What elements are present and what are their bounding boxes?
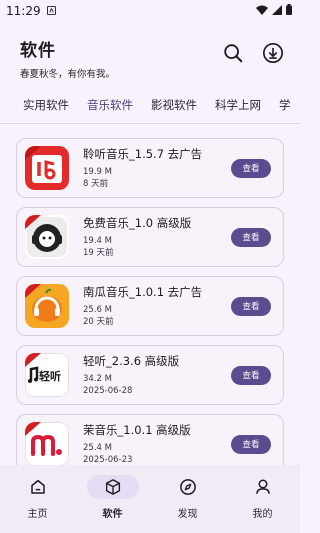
battery-icon — [286, 4, 292, 18]
page-subtitle: 春夏秋冬，有你有我。 — [20, 69, 116, 80]
qingting-logo-text: 轻听 — [39, 369, 61, 383]
app-info: 轻听_2.3.6 高级版 34.2 M 2025-06-28 — [83, 353, 231, 397]
status-right — [256, 4, 292, 18]
nav-label: 主页 — [27, 509, 48, 520]
lingting-music-icon — [25, 146, 69, 190]
qingting-icon: 轻听 — [25, 353, 69, 397]
status-time: 11:29 — [6, 4, 41, 18]
view-button[interactable]: 查看 — [231, 158, 271, 178]
pumpkin-music-icon — [25, 284, 69, 328]
app-info: 茉音乐_1.0.1 高级版 25.4 M 2025-06-23 — [83, 422, 231, 466]
app-card[interactable]: 聆听音乐_1.5.7 去广告 19.9 M 8 天前 查看 — [16, 138, 284, 198]
tab-music[interactable]: 音乐软件 — [78, 94, 142, 123]
search-button[interactable] — [220, 40, 246, 66]
app-date: 8 天前 — [83, 179, 109, 189]
compass-icon — [179, 479, 196, 495]
app-name: 免费音乐_1.0 高级版 — [83, 216, 192, 230]
app-size: 34.2 M — [83, 374, 112, 384]
app-info: 聆听音乐_1.5.7 去广告 19.9 M 8 天前 — [83, 146, 231, 190]
nav-item-discover[interactable]: 发现 — [158, 475, 218, 520]
app-info: 免费音乐_1.0 高级版 19.4 M 19 天前 — [83, 215, 231, 259]
nav-label: 发现 — [177, 509, 198, 520]
app-card[interactable]: 免费音乐_1.0 高级版 19.4 M 19 天前 查看 — [16, 207, 284, 267]
mo-music-icon — [25, 422, 69, 466]
notification-icon — [46, 4, 56, 18]
app-card[interactable]: 南瓜音乐_1.0.1 去广告 25.6 M 20 天前 查看 — [16, 276, 284, 336]
bottom-nav: 主页 软件 发现 我的 — [0, 465, 300, 533]
nav-icon-wrap — [86, 475, 139, 499]
app-name: 轻听_2.3.6 高级版 — [83, 354, 180, 368]
nav-item-home[interactable]: 主页 — [8, 475, 68, 520]
status-bar: 11:29 — [0, 0, 300, 22]
app-card[interactable]: 轻听 轻听_2.3.6 高级版 34.2 M 2025-06-28 查看 — [16, 345, 284, 405]
person-icon — [255, 479, 270, 494]
download-icon — [263, 43, 283, 63]
view-button[interactable]: 查看 — [231, 296, 271, 316]
status-left: 11:29 — [6, 4, 56, 18]
app-list: 聆听音乐_1.5.7 去广告 19.9 M 8 天前 查看 免费音乐_1.0 高… — [0, 124, 300, 474]
app-meta: 25.4 M 2025-06-23 — [83, 442, 231, 466]
app-meta: 25.6 M 20 天前 — [83, 304, 231, 328]
app-name: 南瓜音乐_1.0.1 去广告 — [83, 285, 203, 299]
nav-label: 软件 — [102, 509, 123, 520]
app-date: 19 天前 — [83, 248, 114, 258]
app-meta: 19.9 M 8 天前 — [83, 166, 231, 190]
app-info: 南瓜音乐_1.0.1 去广告 25.6 M 20 天前 — [83, 284, 231, 328]
app-date: 2025-06-28 — [83, 386, 133, 396]
page-title: 软件 — [20, 41, 56, 61]
app-name: 聆听音乐_1.5.7 去广告 — [83, 147, 203, 161]
header-actions — [220, 36, 286, 66]
app-meta: 19.4 M 19 天前 — [83, 235, 231, 259]
box-icon — [105, 479, 120, 495]
view-button[interactable]: 查看 — [231, 365, 271, 385]
page-header: 软件 春夏秋冬，有你有我。 — [0, 22, 300, 86]
app-size: 25.4 M — [83, 443, 112, 453]
nav-item-me[interactable]: 我的 — [233, 475, 293, 520]
signal-icon — [272, 4, 282, 18]
view-button[interactable]: 查看 — [231, 434, 271, 454]
category-tabs: 实用软件 音乐软件 影视软件 科学上网 学 — [0, 94, 300, 124]
nav-icon-wrap — [237, 475, 289, 499]
search-icon — [224, 44, 243, 63]
view-button[interactable]: 查看 — [231, 227, 271, 247]
header-text: 软件 春夏秋冬，有你有我。 — [20, 36, 115, 80]
tab-utility[interactable]: 实用软件 — [14, 94, 78, 123]
home-icon — [30, 479, 45, 494]
free-music-icon — [25, 215, 69, 259]
nav-item-software[interactable]: 软件 — [83, 475, 143, 520]
app-size: 19.9 M — [83, 167, 112, 177]
download-button[interactable] — [260, 40, 286, 66]
app-name: 茉音乐_1.0.1 高级版 — [83, 423, 191, 437]
wifi-icon — [256, 4, 268, 18]
app-size: 25.6 M — [83, 305, 112, 315]
app-date: 20 天前 — [83, 317, 114, 327]
tab-video[interactable]: 影视软件 — [142, 94, 206, 123]
tab-study[interactable]: 学 — [270, 94, 300, 123]
nav-label: 我的 — [252, 509, 273, 520]
app-meta: 34.2 M 2025-06-28 — [83, 373, 231, 397]
app-size: 19.4 M — [83, 236, 112, 246]
tab-vpn[interactable]: 科学上网 — [206, 94, 270, 123]
nav-icon-wrap — [162, 475, 214, 499]
nav-icon-wrap — [12, 475, 64, 499]
